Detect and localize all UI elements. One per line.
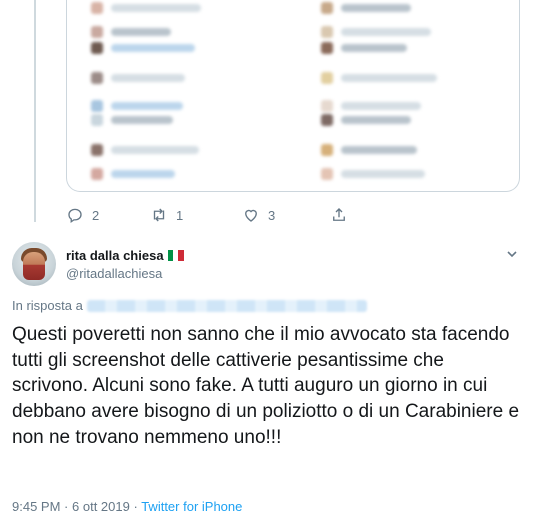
tweet-metadata: 9:45 PM · 6 ott 2019 · Twitter for iPhon… (12, 499, 243, 514)
tweet-text: Questi poveretti non sanno che il mio av… (12, 324, 520, 448)
embedded-media-card[interactable] (66, 0, 520, 192)
like-button[interactable]: 3 (242, 206, 275, 224)
retweet-count: 1 (176, 207, 184, 223)
display-name[interactable]: rita dalla chiesa (66, 248, 164, 263)
blurred-list-row (321, 100, 421, 112)
blurred-list-row (91, 100, 183, 112)
blurred-list-row (321, 168, 425, 180)
reply-prefix: In risposta a (12, 298, 83, 313)
reply-count: 2 (92, 207, 100, 223)
like-count: 3 (268, 207, 276, 223)
blurred-list-row (321, 72, 437, 84)
thread-connector-line (34, 0, 36, 222)
reply-button[interactable]: 2 (66, 206, 99, 224)
blurred-list-row (321, 144, 417, 156)
blurred-list-row (91, 26, 171, 38)
blurred-list-row (321, 26, 431, 38)
heart-icon (245, 209, 257, 222)
tweet-time[interactable]: 9:45 PM (12, 499, 60, 514)
reply-target-handles[interactable] (86, 299, 367, 312)
blurred-list-row (91, 2, 201, 14)
retweet-button[interactable]: 1 (150, 206, 183, 224)
blurred-list-row (91, 72, 185, 84)
blurred-list-row (91, 144, 199, 156)
tweet-date[interactable]: 6 ott 2019 (72, 499, 130, 514)
share-button[interactable] (330, 206, 348, 224)
blurred-list-row (91, 114, 173, 126)
italy-flag-icon (167, 250, 184, 261)
tweet-source-link[interactable]: Twitter for iPhone (141, 499, 242, 514)
blurred-list-row (91, 42, 195, 54)
reply-context: In risposta a (12, 298, 367, 313)
chevron-down-icon[interactable] (506, 248, 518, 260)
avatar[interactable] (12, 242, 56, 286)
blurred-list-row (321, 114, 411, 126)
blurred-list-row (321, 2, 411, 14)
retweet-icon (153, 208, 165, 222)
reply-icon (68, 208, 82, 224)
blurred-list-row (321, 42, 407, 54)
blurred-list-row (91, 168, 175, 180)
author-name-line[interactable]: rita dalla chiesa (66, 248, 184, 263)
share-icon (333, 208, 345, 221)
user-handle[interactable]: @ritadallachiesa (66, 266, 162, 281)
